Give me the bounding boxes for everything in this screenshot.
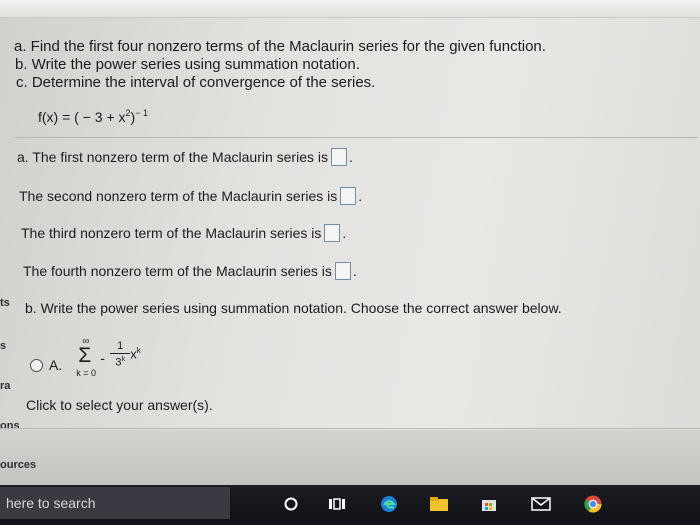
instruction-a: a. Find the first four nonzero terms of …: [14, 38, 546, 55]
option-a-label: A.: [49, 357, 63, 373]
cortana-icon[interactable]: [280, 493, 302, 515]
third-term-label: The third nonzero term of the Maclaurin …: [21, 225, 322, 241]
denominator-exponent: k: [121, 356, 126, 363]
instruction-b: b. Write the power series using summatio…: [15, 56, 360, 73]
mail-icon[interactable]: [530, 493, 552, 515]
third-term-answer-box[interactable]: [324, 224, 341, 242]
option-a[interactable]: A. ∞ Σ k = 0 - 1 3k xk: [30, 336, 152, 390]
edge-icon[interactable]: [378, 493, 400, 515]
left-crumb-2: s: [0, 340, 7, 352]
first-term-answer-box[interactable]: [330, 148, 347, 166]
option-a-formula: ∞ Σ k = 0 - 1 3k xk: [72, 336, 152, 390]
divider: [14, 137, 698, 138]
function-definition: f(x) = ( − 3 + x2)− 1: [38, 108, 148, 125]
variable-exponent: k: [136, 346, 141, 355]
option-a-radio[interactable]: [30, 358, 43, 372]
taskbar-search-text: here to search: [6, 495, 96, 511]
taskbar-search[interactable]: here to search: [0, 487, 230, 519]
file-explorer-icon[interactable]: [428, 493, 450, 515]
third-term-row: The third nonzero term of the Maclaurin …: [21, 224, 346, 242]
taskbar: here to search: [0, 485, 700, 525]
first-term-label: a. The first nonzero term of the Maclaur…: [17, 149, 328, 165]
part-b-prompt-text: b. Write the power series using summatio…: [25, 300, 562, 316]
instructions: a. Find the first four nonzero terms of …: [14, 38, 574, 92]
second-term-answer-box[interactable]: [340, 187, 357, 205]
first-term-row: a. The first nonzero term of the Maclaur…: [17, 148, 353, 166]
third-term-period: .: [342, 225, 347, 241]
function-exp-neg1: − 1: [135, 108, 148, 118]
fourth-term-label: The fourth nonzero term of the Maclaurin…: [23, 263, 332, 279]
browser-top-edge: [0, 0, 700, 18]
chrome-icon[interactable]: [582, 493, 604, 515]
divider-lower: [0, 428, 700, 429]
instruction-c: c. Determine the interval of convergence…: [16, 74, 376, 91]
sigma-symbol: Σ: [78, 344, 92, 367]
fourth-term-answer-box[interactable]: [334, 262, 351, 280]
formula-minus: -: [100, 350, 105, 366]
footer-band: ources: [0, 430, 700, 485]
click-hint: Click to select your answer(s).: [26, 397, 213, 413]
second-term-row: The second nonzero term of the Maclaurin…: [19, 187, 362, 205]
fraction-denominator: 3k: [110, 354, 130, 369]
part-b-prompt: b. Write the power series using summatio…: [25, 300, 562, 316]
store-icon[interactable]: [478, 493, 500, 515]
second-term-label: The second nonzero term of the Maclaurin…: [19, 188, 338, 204]
formula-fraction: 1 3k: [110, 340, 131, 369]
bottom-crumb: ources: [0, 459, 37, 471]
left-crumb-3: ra: [0, 380, 11, 392]
sum-lower-limit: k = 0: [76, 368, 96, 378]
function-lhs: f(x) = ( − 3 + x: [38, 109, 126, 125]
question-page: a. Find the first four nonzero terms of …: [0, 0, 700, 485]
fraction-numerator: 1: [110, 340, 131, 354]
second-term-period: .: [358, 188, 363, 204]
left-crumb-1: ts: [0, 297, 10, 309]
first-term-period: .: [348, 149, 353, 165]
fourth-term-row: The fourth nonzero term of the Maclaurin…: [23, 262, 357, 280]
fourth-term-period: .: [352, 263, 357, 279]
formula-variable: xk: [130, 346, 141, 361]
task-view-icon[interactable]: [326, 493, 348, 515]
